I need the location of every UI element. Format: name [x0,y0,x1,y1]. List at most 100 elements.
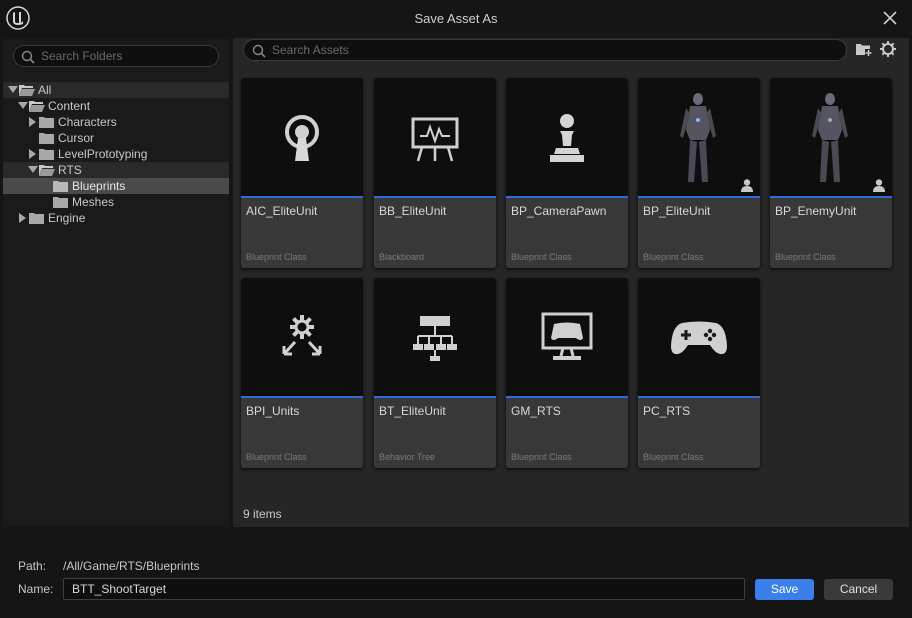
asset-name: BPI_Units [246,404,300,418]
gear-icon[interactable] [879,40,897,58]
open-folder-icon [19,85,35,96]
asset-type-underline [638,196,760,198]
path-label: Path: [18,559,47,573]
asset-tile-bpi-units[interactable]: BPI_Units Blueprint Class [241,278,363,468]
asset-thumbnail [241,278,363,396]
asset-name: PC_RTS [643,404,691,418]
collapsed-arrow-icon[interactable] [29,117,36,127]
asset-type: Blueprint Class [511,452,572,462]
character-thumbnail [680,93,716,182]
asset-type: Blueprint Class [511,252,572,262]
character-thumbnail [812,93,848,182]
title-bar: Save Asset As [0,0,912,38]
asset-name: BP_EliteUnit [643,204,711,218]
asset-type: Behavior Tree [379,452,436,462]
game-mode-icon [541,312,593,360]
asset-type-underline [770,196,892,198]
asset-name-input[interactable] [63,578,745,600]
asset-type: Blackboard [379,252,425,262]
asset-type-underline [506,396,628,398]
asset-name: GM_RTS [511,404,561,418]
tree-item-characters[interactable]: Characters [3,114,229,130]
search-icon [252,44,266,58]
asset-tile-bb-eliteunit[interactable]: BB_EliteUnit Blackboard [374,78,496,268]
save-button[interactable]: Save [755,579,814,600]
asset-tile-bp-eliteunit[interactable]: BP_EliteUnit Blueprint Class [638,78,760,268]
expand-arrow-icon[interactable] [28,166,38,173]
search-folders-input[interactable] [41,48,211,64]
asset-thumbnail [506,278,628,396]
folder-icon [29,213,44,224]
tree-item-levelprototyping[interactable]: LevelPrototyping [3,146,229,162]
pawn-icon [550,114,584,162]
asset-thumbnail [374,278,496,396]
tree-item-engine[interactable]: Engine [3,210,229,226]
asset-tile-bp-enemyunit[interactable]: BP_EnemyUnit Blueprint Class [770,78,892,268]
cancel-button[interactable]: Cancel [824,579,893,600]
tree-item-content[interactable]: Content [3,98,229,114]
blueprint-interface-icon [282,315,322,356]
asset-tile-aic-eliteunit[interactable]: AIC_EliteUnit Blueprint Class [241,78,363,268]
blackboard-icon [411,117,459,162]
tree-item-cursor[interactable]: Cursor [3,130,229,146]
asset-type-underline [374,196,496,198]
asset-type-underline [241,196,363,198]
asset-type: Blueprint Class [246,252,307,262]
tree-item-label: Meshes [72,195,115,209]
folder-icon [39,149,54,160]
tree-item-all[interactable]: All [3,82,229,98]
gamepad-icon [671,321,727,355]
character-badge-icon [873,179,885,192]
asset-thumbnail [374,78,496,196]
tree-item-rts[interactable]: RTS [3,162,229,178]
search-icon [21,50,35,64]
asset-tile-gm-rts[interactable]: GM_RTS Blueprint Class [506,278,628,468]
tree-item-label: Cursor [58,131,95,145]
asset-tile-bt-eliteunit[interactable]: BT_EliteUnit Behavior Tree [374,278,496,468]
tree-item-label: RTS [58,163,82,177]
dialog-title: Save Asset As [414,11,498,26]
asset-name: BB_EliteUnit [379,204,447,218]
asset-tile-bp-camerapawn[interactable]: BP_CameraPawn Blueprint Class [506,78,628,268]
asset-tile-pc-rts[interactable]: PC_RTS Blueprint Class [638,278,760,468]
tree-item-label: Engine [48,211,86,225]
path-value: /All/Game/RTS/Blueprints [63,559,200,573]
ai-controller-icon [285,115,319,161]
search-folders-box[interactable] [13,45,219,67]
collapsed-arrow-icon[interactable] [19,213,26,223]
asset-type-underline [638,396,760,398]
folder-icon [53,181,68,192]
asset-type-underline [241,396,363,398]
collapsed-arrow-icon[interactable] [29,149,36,159]
name-label: Name: [18,582,54,596]
asset-type-underline [506,196,628,198]
search-assets-box[interactable] [243,39,847,61]
tree-item-blueprints[interactable]: Blueprints [3,178,229,194]
folder-icon [39,117,54,128]
character-badge-icon [741,179,753,192]
tree-item-meshes[interactable]: Meshes [3,194,229,210]
folder-icon [53,197,68,208]
asset-thumbnail [638,278,760,396]
tree-item-label: Content [48,99,91,113]
search-assets-input[interactable] [272,42,832,58]
asset-thumbnail [638,78,760,196]
behavior-tree-icon [413,316,457,361]
asset-type-underline [374,396,496,398]
folder-tree: All Content Characters Cursor LevelProto… [3,82,229,226]
asset-thumbnail [241,78,363,196]
open-folder-icon [29,101,45,112]
asset-name: BT_EliteUnit [379,404,446,418]
asset-type: Blueprint Class [775,252,836,262]
tree-item-label: LevelPrototyping [58,147,148,161]
new-folder-icon[interactable] [855,41,873,57]
close-icon[interactable] [882,10,898,26]
tree-item-label: Characters [58,115,117,129]
item-count: 9 items [243,507,282,521]
asset-type: Blueprint Class [246,452,307,462]
expand-arrow-icon[interactable] [8,86,18,93]
asset-thumbnail [506,78,628,196]
expand-arrow-icon[interactable] [18,102,28,109]
asset-type: Blueprint Class [643,252,704,262]
folder-panel: All Content Characters Cursor LevelProto… [3,38,229,527]
